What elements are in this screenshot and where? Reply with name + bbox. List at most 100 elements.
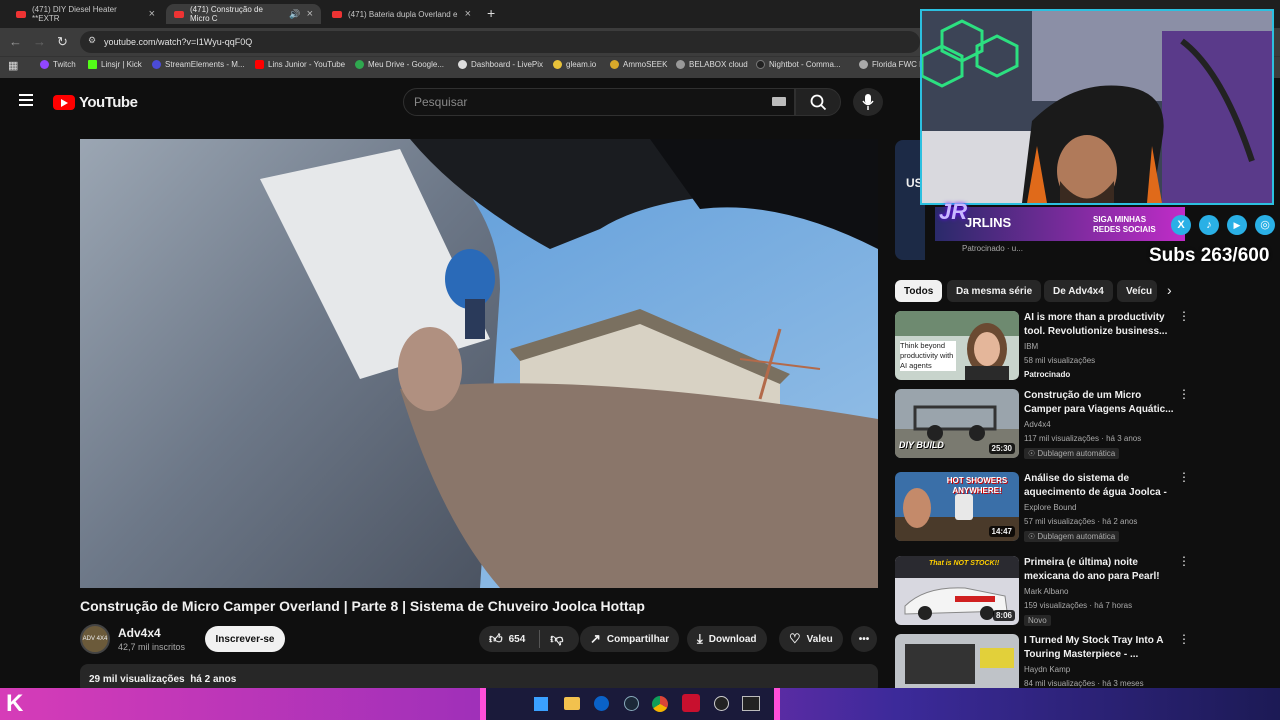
- video-player[interactable]: [80, 139, 878, 588]
- channel-name[interactable]: Adv4x4: [118, 626, 161, 640]
- more-vertical-icon[interactable]: ⋮: [1178, 555, 1190, 567]
- site-info-icon[interactable]: ⚙: [88, 35, 96, 46]
- close-icon[interactable]: ×: [465, 8, 471, 20]
- steam-icon[interactable]: [624, 696, 639, 711]
- video-thumbnail[interactable]: HOT SHOWERS ANYWHERE! 14:47: [895, 472, 1019, 541]
- tab-construcao-micro[interactable]: (471) Construção de Micro C 🔊 ×: [166, 4, 321, 24]
- hamburger-menu-icon[interactable]: [19, 94, 33, 106]
- rec-channel[interactable]: Adv4x4: [1024, 420, 1051, 429]
- more-actions-button[interactable]: •••: [851, 626, 877, 652]
- instagram-icon: ◎: [1255, 215, 1275, 235]
- bookmark-gleam[interactable]: gleam.io: [553, 60, 596, 69]
- close-icon[interactable]: ×: [149, 8, 155, 20]
- rec-item-ibm[interactable]: Think beyond productivity with AI agents…: [895, 310, 1190, 381]
- bookmark-google-drive[interactable]: Meu Drive - Google...: [355, 60, 444, 69]
- speaker-icon[interactable]: 🔊: [289, 9, 300, 20]
- more-vertical-icon[interactable]: ⋮: [1178, 471, 1190, 483]
- more-vertical-icon[interactable]: ⋮: [1178, 388, 1190, 400]
- kick-logo-icon: K: [6, 690, 24, 717]
- rec-title[interactable]: I Turned My Stock Tray Into A Touring Ma…: [1024, 634, 1174, 662]
- share-button[interactable]: ↗ Compartilhar: [580, 626, 680, 652]
- bookmark-nightbot[interactable]: Nightbot - Comma...: [756, 60, 841, 69]
- rec-item-haydn-kamp[interactable]: I Turned My Stock Tray Into A Touring Ma…: [895, 634, 1185, 688]
- streamelements-icon: [152, 60, 161, 69]
- rec-channel[interactable]: Explore Bound: [1024, 503, 1076, 512]
- file-explorer-icon[interactable]: [564, 697, 580, 710]
- video-thumbnail[interactable]: [895, 634, 1019, 688]
- bookmark-florida-fwc[interactable]: Florida FWC D: [859, 60, 925, 69]
- reload-icon[interactable]: ↻: [57, 34, 68, 50]
- bookmark-kick[interactable]: Linsjr | Kick: [88, 60, 142, 69]
- more-vertical-icon[interactable]: ⋮: [1178, 310, 1190, 322]
- download-label: Download: [708, 633, 757, 645]
- thumbnail-text: Think beyond productivity with AI agents: [900, 341, 956, 371]
- new-tab-button[interactable]: +: [487, 5, 495, 21]
- rec-item-adv4x4[interactable]: DIY BUILD 25:30 Construção de um Micro C…: [895, 388, 1190, 459]
- rec-item-mark-albano[interactable]: That is NOT STOCK!! 8:06 Primeira (e últ…: [895, 555, 1190, 626]
- thanks-button[interactable]: ♡ Valeu: [779, 626, 843, 652]
- bookmark-twitch[interactable]: Twitch: [40, 60, 76, 69]
- subs-goal-counter: Subs 263/600: [1149, 245, 1270, 266]
- voicemeeter-icon[interactable]: [682, 694, 700, 712]
- share-label: Compartilhar: [606, 633, 670, 645]
- like-button[interactable]: 👍︎ 654: [489, 631, 525, 647]
- channel-avatar[interactable]: ADV 4X4: [80, 624, 110, 654]
- webcam-image: [922, 11, 1272, 203]
- rec-channel[interactable]: Haydn Kamp: [1024, 665, 1070, 674]
- video-thumbnail[interactable]: DIY BUILD 25:30: [895, 389, 1019, 458]
- outlook-icon[interactable]: [594, 696, 609, 711]
- youtube-wordmark: YouTube: [79, 94, 138, 111]
- download-button[interactable]: ⤓ Download: [687, 626, 767, 652]
- rec-title[interactable]: Análise do sistema de aquecimento de águ…: [1024, 472, 1174, 500]
- search-input[interactable]: Pesquisar: [403, 88, 795, 116]
- rec-item-explore-bound[interactable]: HOT SHOWERS ANYWHERE! 14:47 Análise do s…: [895, 471, 1190, 542]
- rec-channel[interactable]: IBM: [1024, 342, 1038, 351]
- badge-label: Dublagem automática: [1037, 449, 1116, 458]
- sponsored-label: Patrocinado: [1024, 370, 1071, 379]
- rec-meta: 57 mil visualizações · há 2 anos: [1024, 517, 1138, 526]
- more-vertical-icon[interactable]: ⋮: [1178, 634, 1185, 645]
- close-icon[interactable]: ×: [307, 8, 313, 20]
- chip-veiculos[interactable]: Veícu: [1117, 280, 1157, 302]
- bookmark-livepix[interactable]: Dashboard - LivePix: [458, 60, 543, 69]
- rec-title[interactable]: Construção de um Micro Camper para Viage…: [1024, 389, 1174, 417]
- search-button[interactable]: [795, 88, 841, 116]
- chip-adv4x4[interactable]: De Adv4x4: [1044, 280, 1113, 302]
- nightbot-icon: [756, 60, 765, 69]
- subscribe-button[interactable]: Inscrever-se: [205, 626, 285, 652]
- chrome-icon[interactable]: [652, 696, 668, 712]
- video-thumbnail[interactable]: Think beyond productivity with AI agents: [895, 311, 1019, 380]
- chip-mesma-serie[interactable]: Da mesma série: [947, 280, 1042, 302]
- bookmark-ammoseek[interactable]: AmmoSEEK: [610, 60, 667, 69]
- thumbnail-image: [895, 634, 1019, 688]
- tab-diy-diesel-heater[interactable]: (471) DIY Diesel Heater **EXTR ×: [8, 4, 163, 24]
- taskbar-apps: [480, 688, 780, 720]
- bookmark-streamelements[interactable]: StreamElements - M...: [152, 60, 245, 69]
- bookmark-label: BELABOX cloud: [689, 60, 748, 69]
- chevron-right-icon[interactable]: ›: [1167, 282, 1172, 298]
- thumbs-down-icon[interactable]: 👎︎: [550, 631, 563, 647]
- terminal-icon[interactable]: [742, 696, 760, 711]
- obs-icon[interactable]: [714, 696, 729, 711]
- rec-channel[interactable]: Mark Albano: [1024, 587, 1068, 596]
- youtube-logo[interactable]: YouTube: [53, 94, 138, 111]
- auto-dub-badge: ☉ Dublagem automática: [1024, 448, 1120, 459]
- forward-arrow-icon[interactable]: →: [33, 34, 46, 49]
- rec-title[interactable]: Primeira (e última) noite mexicana do an…: [1024, 556, 1174, 584]
- video-thumbnail[interactable]: That is NOT STOCK!! 8:06: [895, 556, 1019, 625]
- bookmark-lins-youtube[interactable]: Lins Junior - YouTube: [255, 60, 345, 69]
- subscriber-count: 42,7 mil inscritos: [118, 642, 186, 652]
- voice-search-button[interactable]: [853, 88, 883, 116]
- youtube-social-icon: ▶: [1227, 215, 1247, 235]
- rec-title[interactable]: AI is more than a productivity tool. Rev…: [1024, 311, 1174, 339]
- bookmark-belabox[interactable]: BELABOX cloud: [676, 60, 748, 69]
- chip-todos[interactable]: Todos: [895, 280, 943, 302]
- taskbar: K: [0, 688, 1280, 720]
- apps-grid-icon[interactable]: ▦: [8, 59, 18, 72]
- tab-bateria-dupla[interactable]: (471) Bateria dupla Overland e ×: [324, 4, 479, 24]
- back-arrow-icon[interactable]: ←: [9, 34, 22, 49]
- keyboard-icon[interactable]: [772, 97, 786, 106]
- windows-start-icon[interactable]: [534, 697, 548, 711]
- ammoseek-icon: [610, 60, 619, 69]
- address-bar[interactable]: ⚙ youtube.com/watch?v=I1Wyu-qqF0Q: [80, 31, 920, 53]
